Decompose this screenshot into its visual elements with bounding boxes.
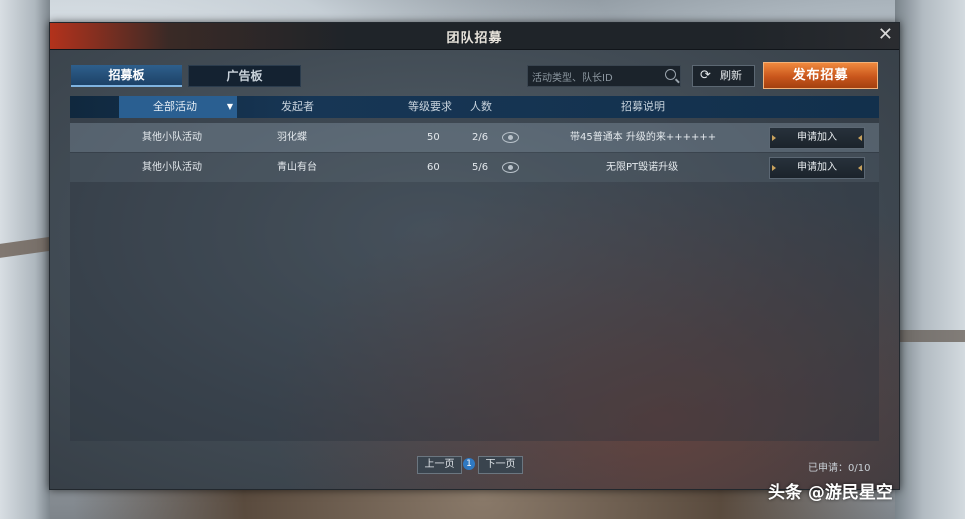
team-recruit-dialog: 团队招募 ✕ 招募板 广告板 ⟳ 刷新 发布招募 全部活动 ▼ 发起者 等级要求… xyxy=(49,22,900,490)
search-icon[interactable] xyxy=(665,69,676,80)
row-desc: 无限PT毁诺升级 xyxy=(606,162,679,173)
apply-join-button[interactable]: 申请加入 xyxy=(769,127,865,149)
chevron-down-icon: ▼ xyxy=(226,102,233,111)
current-page-indicator: 1 xyxy=(463,458,475,470)
header-desc: 招募说明 xyxy=(621,100,665,113)
prev-page-button[interactable]: 上一页 xyxy=(417,456,462,474)
row-initiator: 青山有台 xyxy=(277,162,317,173)
activity-filter-label: 全部活动 xyxy=(153,100,197,113)
row-count: 2/6 xyxy=(472,132,489,143)
table-row: 其他小队活动 青山有台 60 5/6 无限PT毁诺升级 申请加入 xyxy=(70,153,879,182)
refresh-icon: ⟳ xyxy=(700,68,711,83)
header-count: 人数 xyxy=(470,100,492,113)
row-desc: 带45普通本 升级的来++++++ xyxy=(570,132,717,143)
refresh-label: 刷新 xyxy=(720,69,742,82)
title-bar: 团队招募 ✕ xyxy=(50,23,899,50)
tab-recruit-board[interactable]: 招募板 xyxy=(71,65,182,87)
watermark-text: 头条 @游民星空 xyxy=(768,483,893,503)
row-count: 5/6 xyxy=(472,162,489,173)
background-snow-right xyxy=(895,0,965,519)
refresh-button[interactable]: ⟳ 刷新 xyxy=(692,65,755,87)
tab-ad-board[interactable]: 广告板 xyxy=(188,65,301,87)
search-input[interactable] xyxy=(528,69,660,88)
dialog-title: 团队招募 xyxy=(446,31,503,46)
row-initiator: 羽化蝶 xyxy=(277,132,307,143)
recruit-table: 全部活动 ▼ 发起者 等级要求 人数 招募说明 其他小队活动 羽化蝶 50 2/… xyxy=(70,96,879,441)
table-row: 其他小队活动 羽化蝶 50 2/6 带45普通本 升级的来++++++ 申请加入 xyxy=(70,123,879,152)
view-members-eye-icon[interactable] xyxy=(502,132,519,143)
row-activity: 其他小队活动 xyxy=(142,162,202,173)
publish-recruit-button[interactable]: 发布招募 xyxy=(763,62,878,89)
view-members-eye-icon[interactable] xyxy=(502,162,519,173)
row-level: 60 xyxy=(427,162,440,173)
next-page-button[interactable]: 下一页 xyxy=(478,456,523,474)
activity-filter-dropdown[interactable]: 全部活动 ▼ xyxy=(119,96,237,118)
table-header: 全部活动 ▼ 发起者 等级要求 人数 招募说明 xyxy=(70,96,879,118)
row-level: 50 xyxy=(427,132,440,143)
header-initiator: 发起者 xyxy=(281,100,314,113)
search-box xyxy=(527,65,681,88)
header-level: 等级要求 xyxy=(408,100,452,113)
applied-count: 已申请：0/10 xyxy=(808,463,871,474)
apply-join-button[interactable]: 申请加入 xyxy=(769,157,865,179)
close-icon[interactable]: ✕ xyxy=(878,25,893,45)
background-fence-right xyxy=(895,330,965,342)
row-activity: 其他小队活动 xyxy=(142,132,202,143)
background-snow-left xyxy=(0,0,50,519)
